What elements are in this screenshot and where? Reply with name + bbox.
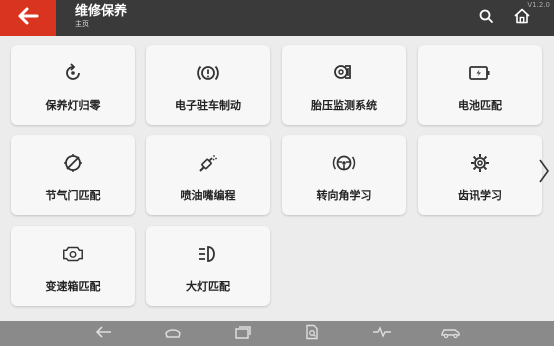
search-icon [478, 8, 494, 28]
breadcrumb: 主页 [75, 20, 89, 28]
nav-report-button[interactable] [301, 324, 323, 343]
tile-battery[interactable]: 电池匹配 [418, 45, 542, 125]
tile-label: 电子驻车制动 [175, 99, 241, 112]
back-arrow-icon [17, 7, 39, 29]
throttle-icon [61, 151, 85, 175]
tile-label: 转向角学习 [316, 189, 372, 202]
bottom-nav-bar [0, 321, 554, 346]
tile-label: 保养灯归零 [45, 99, 101, 112]
top-bar: 维修保养 主页 V1.2.0 [0, 0, 554, 36]
nav-vci-button[interactable] [371, 324, 393, 343]
tile-label: 齿讯学习 [458, 189, 502, 202]
tile-label: 大灯匹配 [186, 280, 230, 293]
next-page-button[interactable] [536, 158, 552, 188]
nav-vehicle-button[interactable] [440, 324, 462, 343]
nav-home-button[interactable] [162, 324, 184, 343]
search-button[interactable] [476, 8, 496, 28]
steering-wheel-icon [332, 151, 356, 175]
tile-gear-learning[interactable]: 齿讯学习 [418, 135, 542, 215]
tile-label: 变速箱匹配 [45, 280, 101, 293]
tile-gearbox[interactable]: 变速箱匹配 [11, 226, 135, 306]
nav-report-icon [304, 324, 320, 344]
tile-steering-angle[interactable]: 转向角学习 [282, 135, 406, 215]
nav-recent-icon [234, 324, 252, 343]
nav-home-icon [163, 324, 183, 343]
parking-brake-icon [196, 61, 220, 85]
nav-vehicle-icon [440, 324, 462, 343]
chevron-right-icon [538, 158, 550, 188]
nav-recent-button[interactable] [232, 324, 254, 343]
home-icon [513, 7, 531, 29]
injector-icon [196, 151, 220, 175]
tire-pressure-icon [332, 61, 356, 85]
nav-vci-icon [372, 324, 392, 343]
tile-parking-brake[interactable]: 电子驻车制动 [146, 45, 270, 125]
tile-tire-pressure[interactable]: 胎压监测系统 [282, 45, 406, 125]
battery-icon [468, 61, 492, 85]
page-title: 维修保养 [75, 4, 128, 19]
tile-injector[interactable]: 喷油嘴编程 [146, 135, 270, 215]
headlight-icon [196, 242, 220, 266]
tile-label: 电池匹配 [458, 99, 502, 112]
back-button[interactable] [0, 0, 56, 36]
tile-service-reset[interactable]: 保养灯归零 [11, 45, 135, 125]
home-button[interactable] [512, 8, 532, 28]
tile-label: 胎压监测系统 [311, 99, 377, 112]
tile-throttle[interactable]: 节气门匹配 [11, 135, 135, 215]
nav-back-button[interactable] [93, 324, 115, 343]
nav-back-icon [95, 324, 113, 343]
gear-icon [468, 151, 492, 175]
gearbox-icon [61, 242, 85, 266]
tile-label: 节气门匹配 [45, 189, 101, 202]
tile-label: 喷油嘴编程 [180, 189, 236, 202]
service-reset-icon [61, 61, 85, 85]
tile-headlight[interactable]: 大灯匹配 [146, 226, 270, 306]
